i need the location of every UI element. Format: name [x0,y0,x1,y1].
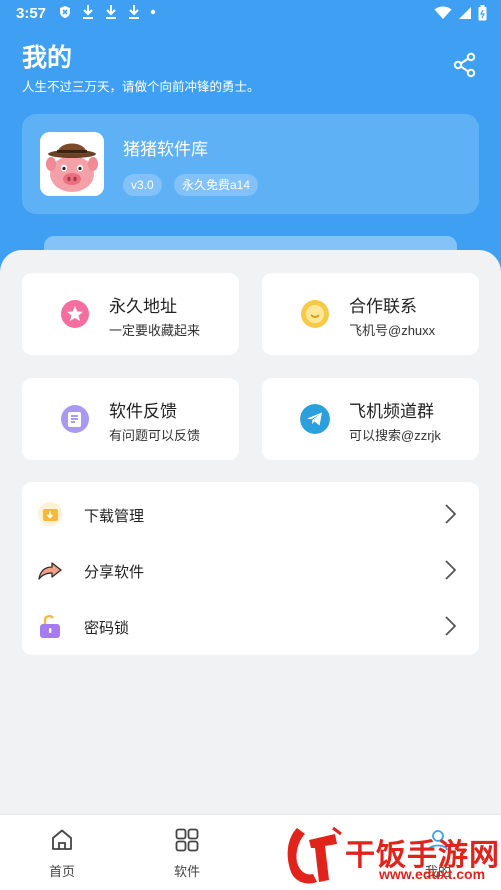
tile-telegram-channel[interactable]: 飞机频道群 可以搜索@zzrjk [262,378,479,460]
feedback-icon [61,405,89,433]
tile-software-feedback[interactable]: 软件反馈 有问题可以反馈 [22,378,239,460]
chevron-right-icon [445,616,457,636]
pig-cowboy-logo-icon [40,132,104,196]
watermark-logo-icon [287,826,342,884]
download-folder-icon [38,502,62,526]
profile-card[interactable]: 猪猪软件库 v3.0 永久免费a14 [22,114,479,214]
wifi-icon [434,6,452,19]
notification-icons [58,4,156,20]
chevron-right-icon [445,560,457,580]
nav-tab-home[interactable]: 首页 [32,827,92,880]
tile-title: 软件反馈 [109,402,177,421]
share-icon [453,52,476,78]
menu-item-label: 分享软件 [84,564,145,581]
version-badge: v3.0 [123,174,162,196]
chevron-right-icon [445,504,457,524]
watermark-url: www.eduxt.com [379,866,486,882]
menu-item-label: 下载管理 [84,508,145,525]
share-button[interactable] [452,52,478,78]
tile-title: 飞机频道群 [349,402,434,421]
nav-tab-label: 软件 [173,864,200,879]
lock-icon [40,615,60,638]
status-time: 3:57 [16,5,47,22]
menu-item-password-lock[interactable]: 密码锁 [22,597,479,653]
tile-description: 一定要收藏起来 [109,323,201,338]
smile-icon [301,300,329,328]
grid-icon [175,828,199,852]
watermark: 干饭手游网 www.eduxt.com [283,824,501,888]
tile-description: 可以搜索@zzrjk [349,428,441,443]
download-notification-icon [83,5,93,19]
page-title: 我的 [22,44,73,72]
license-badge: 永久免费a14 [174,174,259,196]
signal-icon [459,7,471,19]
page-subtitle: 人生不过三万天，请做个向前冲锋的勇士。 [22,80,260,94]
tile-title: 合作联系 [349,297,417,316]
more-dot-icon [150,9,156,15]
star-icon [61,300,89,328]
app-name: 猪猪软件库 [123,140,208,159]
menu-list: 下载管理 分享软件 密码锁 [22,482,479,655]
tile-title: 永久地址 [109,297,177,316]
nav-tab-software[interactable]: 软件 [157,827,217,880]
menu-item-label: 密码锁 [84,620,130,637]
download-notification-icon [106,5,116,19]
menu-item-download-manager[interactable]: 下载管理 [22,485,479,541]
telegram-icon [300,404,330,434]
status-bar: 3:57 [0,0,501,28]
avatar [40,132,104,196]
tile-cooperation-contact[interactable]: 合作联系 飞机号@zhuxx [262,273,479,355]
share-arrow-icon [38,562,62,580]
battery-icon [478,5,487,21]
download-notification-icon [129,5,139,19]
shield-notification-icon [60,6,70,18]
home-icon [52,829,72,850]
tile-description: 飞机号@zhuxx [349,323,436,338]
tile-description: 有问题可以反馈 [109,428,201,443]
nav-tab-label: 首页 [48,864,75,879]
system-icons [434,5,487,21]
tile-permanent-address[interactable]: 永久地址 一定要收藏起来 [22,273,239,355]
menu-item-share-software[interactable]: 分享软件 [22,541,479,597]
